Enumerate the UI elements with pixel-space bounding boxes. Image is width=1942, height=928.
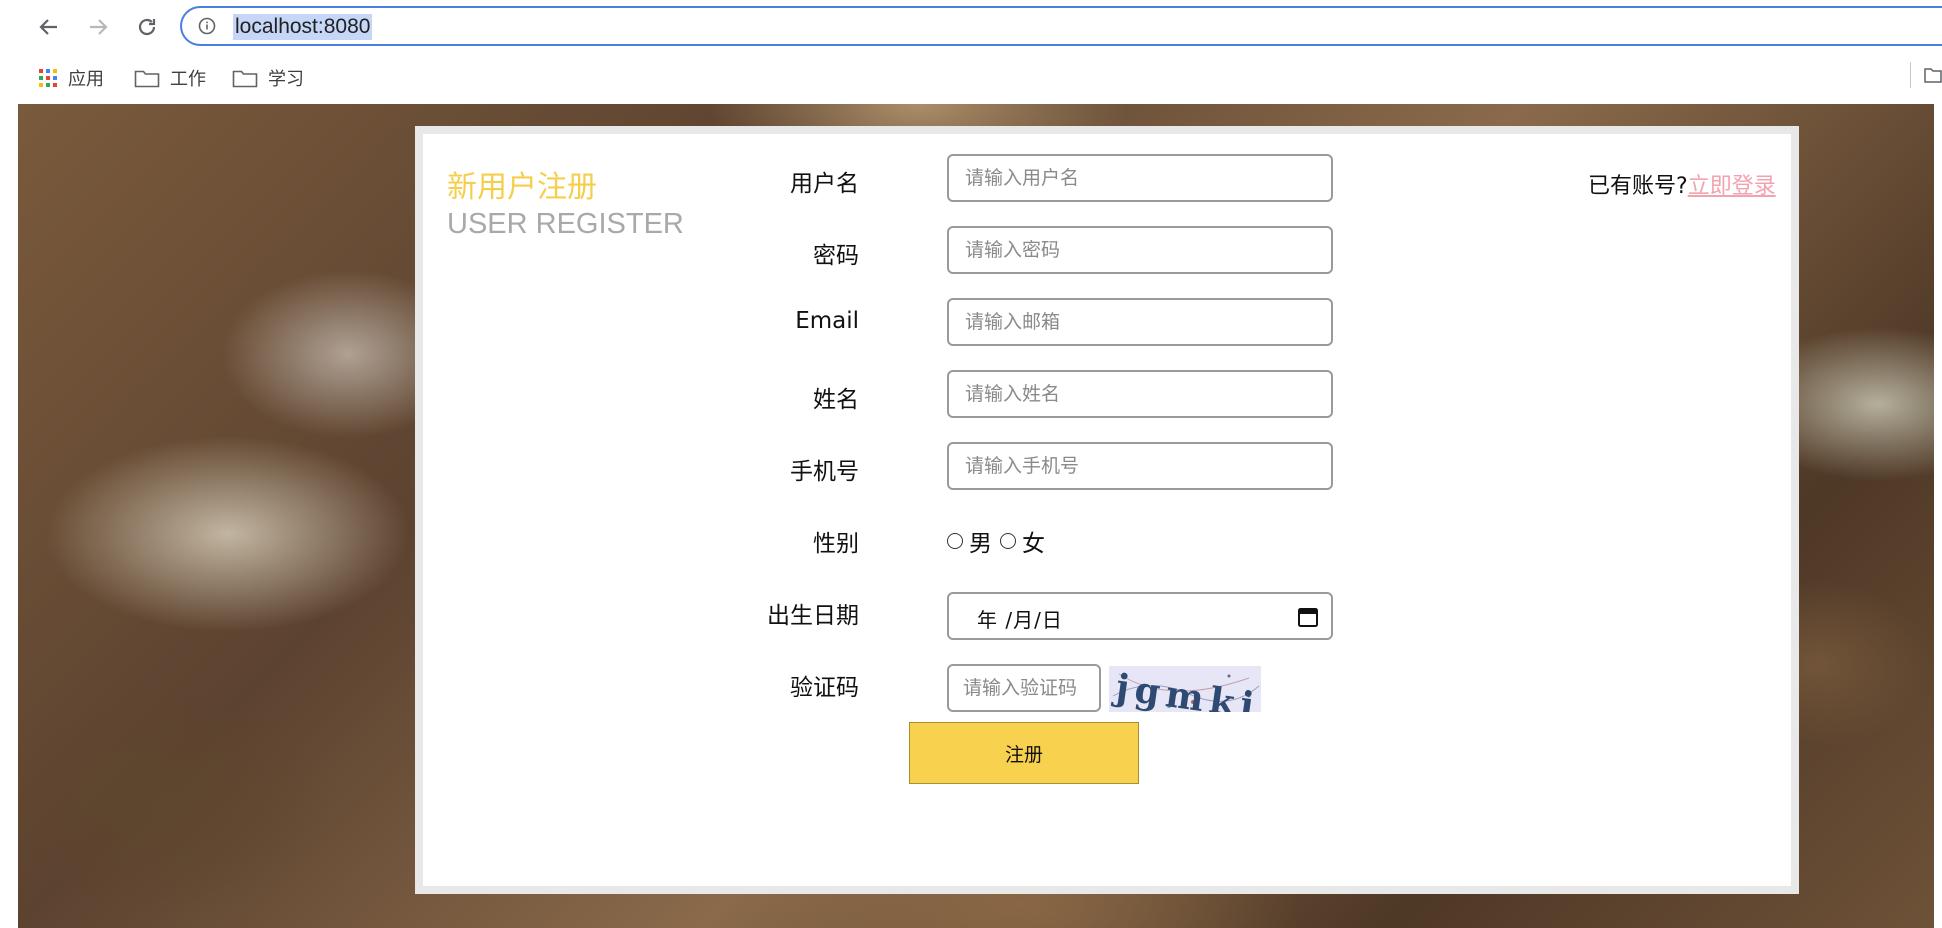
- folder-icon: [134, 68, 160, 88]
- captcha-text: jgmkj: [1110, 666, 1261, 712]
- bookmarks-bar: 应用 工作 学习: [0, 52, 1942, 104]
- phone-label: 手机号: [790, 459, 859, 485]
- password-input[interactable]: [947, 226, 1333, 274]
- calendar-icon[interactable]: [1297, 606, 1319, 628]
- password-label: 密码: [813, 243, 859, 269]
- other-bookmarks-folder-icon[interactable]: [1924, 66, 1942, 84]
- login-link[interactable]: 立即登录: [1688, 174, 1776, 199]
- bookmark-label: 工作: [170, 69, 206, 90]
- gender-female-radio[interactable]: [1000, 533, 1016, 549]
- gender-female-label[interactable]: 女: [1022, 524, 1045, 558]
- bookmark-label: 学习: [268, 69, 304, 90]
- gender-label: 性别: [813, 531, 859, 557]
- phone-input[interactable]: [947, 442, 1333, 490]
- folder-icon: [232, 68, 258, 88]
- gender-male-label[interactable]: 男: [969, 524, 992, 558]
- register-card: 新用户注册 USER REGISTER 已有账号?立即登录 用户名 密码 Ema…: [415, 126, 1799, 894]
- name-label: 姓名: [813, 387, 859, 413]
- name-input[interactable]: [947, 370, 1333, 418]
- url-text[interactable]: localhost:8080: [233, 14, 373, 40]
- register-title-cn: 新用户注册: [447, 170, 597, 205]
- bookmark-folder-study[interactable]: 学习: [232, 64, 304, 92]
- reload-icon[interactable]: [132, 12, 162, 42]
- register-submit-button[interactable]: 注册: [909, 722, 1139, 784]
- register-title-en: USER REGISTER: [447, 208, 684, 240]
- bookmark-folder-work[interactable]: 工作: [134, 64, 206, 92]
- site-info-icon[interactable]: [198, 17, 216, 35]
- page-background: 新用户注册 USER REGISTER 已有账号?立即登录 用户名 密码 Ema…: [18, 104, 1934, 928]
- captcha-label: 验证码: [790, 675, 859, 701]
- birthday-date-input[interactable]: 年 /月/日: [947, 592, 1333, 640]
- username-input[interactable]: [947, 154, 1333, 202]
- login-prompt: 已有账号?: [1588, 174, 1688, 199]
- bookmarks-divider: [1910, 62, 1911, 88]
- captcha-input[interactable]: [947, 664, 1101, 712]
- bookmark-label: 应用: [68, 69, 104, 90]
- browser-toolbar: localhost:8080: [0, 0, 1942, 52]
- username-label: 用户名: [790, 171, 859, 197]
- email-label: Email: [795, 308, 859, 334]
- captcha-image[interactable]: jgmkj: [1109, 666, 1261, 712]
- bookmark-apps[interactable]: 应用: [38, 64, 104, 92]
- birthday-label: 出生日期: [767, 603, 859, 629]
- login-hint: 已有账号?立即登录: [1588, 168, 1776, 200]
- address-bar[interactable]: localhost:8080: [180, 6, 1942, 46]
- apps-grid-icon: [38, 68, 58, 88]
- back-arrow-icon[interactable]: [34, 12, 64, 42]
- gender-radio-group: 男 女: [947, 524, 1053, 558]
- forward-arrow-icon[interactable]: [83, 12, 113, 42]
- birthday-value: 年 /月/日: [977, 608, 1063, 632]
- gender-male-radio[interactable]: [947, 533, 963, 549]
- email-input[interactable]: [947, 298, 1333, 346]
